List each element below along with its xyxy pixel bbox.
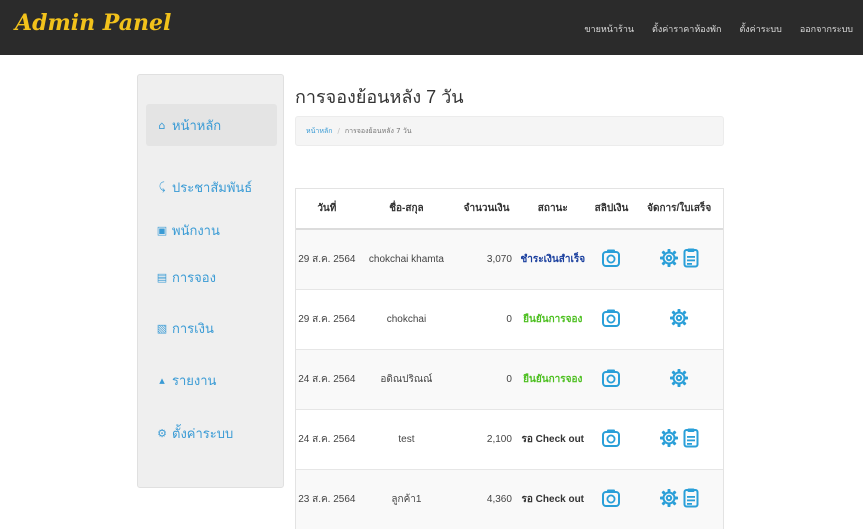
cell-manage	[635, 408, 723, 469]
cell-manage	[635, 348, 723, 409]
cell-slip	[587, 348, 636, 409]
col-header-amount: จำนวนเงิน	[455, 189, 518, 230]
sidebar-item-staff[interactable]: ▣ พนักงาน	[146, 209, 277, 251]
cell-amount: 0	[455, 348, 518, 409]
cell-date: 24 ส.ค. 2564	[296, 348, 358, 409]
gear-icon[interactable]	[659, 248, 679, 271]
nav-link-logout[interactable]: ออกจากระบบ	[800, 22, 853, 36]
top-nav-links: ขายหน้าร้าน ตั้งค่าราคาห้องพัก ตั้งค่าระ…	[584, 22, 853, 36]
cell-slip	[587, 468, 636, 529]
cell-date: 24 ส.ค. 2564	[296, 408, 358, 469]
camera-icon[interactable]	[601, 488, 621, 511]
cell-amount: 2,100	[455, 408, 518, 469]
booking-table: วันที่ ชื่อ-สกุล จำนวนเงิน สถานะ สลิปเงิ…	[295, 188, 724, 529]
table-header-row: วันที่ ชื่อ-สกุล จำนวนเงิน สถานะ สลิปเงิ…	[296, 189, 723, 230]
cell-date: 23 ส.ค. 2564	[296, 468, 358, 529]
camera-icon[interactable]	[601, 428, 621, 451]
cell-status: ยืนยันการจอง	[517, 288, 588, 349]
camera-icon[interactable]	[601, 248, 621, 271]
report-icon: ▴	[159, 373, 165, 387]
sidebar-item-label: ประชาสัมพันธ์	[172, 180, 253, 196]
top-navbar: Admin Panel ขายหน้าร้าน ตั้งค่าราคาห้องพ…	[0, 0, 863, 55]
sidebar: ⌂ หน้าหลัก ⤹ ประชาสัมพันธ์ ▣ พนักงาน ▤ ก…	[137, 74, 284, 488]
camera-icon[interactable]	[601, 368, 621, 391]
col-header-status: สถานะ	[517, 189, 588, 230]
cell-name: ลูกค้า1	[357, 468, 456, 529]
cell-slip	[587, 408, 636, 469]
col-header-manage: จัดการ/ใบเสร็จ	[635, 189, 723, 230]
sidebar-item-label: ตั้งค่าระบบ	[172, 426, 234, 442]
gear-icon[interactable]	[669, 308, 689, 331]
col-header-name: ชื่อ-สกุล	[357, 189, 456, 230]
table-row: 24 ส.ค. 2564 test 2,100 รอ Check out	[296, 408, 723, 469]
table-row: 23 ส.ค. 2564 ลูกค้า1 4,360 รอ Check out	[296, 468, 723, 529]
cell-status: ยืนยันการจอง	[517, 348, 588, 409]
breadcrumb-home-link[interactable]: หน้าหลัก	[306, 127, 332, 135]
receipt-icon[interactable]	[683, 488, 699, 511]
sidebar-item-label: หน้าหลัก	[172, 118, 222, 134]
sidebar-item-finance[interactable]: ▧ การเงิน	[146, 307, 277, 349]
gear-icon[interactable]	[659, 488, 679, 511]
sidebar-item-label: การเงิน	[172, 321, 214, 337]
cell-manage	[635, 288, 723, 349]
nav-link-settings[interactable]: ตั้งค่าระบบ	[739, 22, 781, 36]
cell-name: test	[357, 408, 456, 469]
sidebar-item-booking[interactable]: ▤ การจอง	[146, 256, 277, 298]
cell-amount: 0	[455, 288, 518, 349]
gear-icon[interactable]	[659, 428, 679, 451]
camera-icon[interactable]	[601, 308, 621, 331]
cell-name: อดิณปริณณ์	[357, 348, 456, 409]
cell-amount: 3,070	[455, 228, 518, 289]
breadcrumb-current: การจองย้อนหลัง 7 วัน	[344, 127, 412, 135]
cell-manage	[635, 228, 723, 289]
cell-slip	[587, 228, 636, 289]
table-row: 29 ส.ค. 2564 chokchai khamta 3,070 ชำระเงิน…	[296, 228, 723, 289]
home-icon: ⌂	[158, 118, 166, 132]
sidebar-item-label: พนักงาน	[172, 223, 220, 239]
receipt-icon[interactable]	[683, 428, 699, 451]
cell-manage	[635, 468, 723, 529]
breadcrumb: หน้าหลัก / การจองย้อนหลัง 7 วัน	[295, 116, 724, 146]
id-card-icon: ▣	[156, 223, 168, 237]
sidebar-item-settings[interactable]: ⚙ ตั้งค่าระบบ	[146, 412, 277, 454]
cell-name: chokchai	[357, 288, 456, 349]
sidebar-item-label: การจอง	[172, 270, 216, 286]
table-row: 24 ส.ค. 2564 อดิณปริณณ์ 0 ยืนยันการจอง	[296, 348, 723, 409]
book-icon: ▤	[156, 270, 168, 284]
page-title: การจองย้อนหลัง 7 วัน	[295, 87, 464, 107]
gear-icon[interactable]	[669, 368, 689, 391]
cell-slip	[587, 288, 636, 349]
cell-amount: 4,360	[455, 468, 518, 529]
money-icon: ▧	[156, 321, 168, 335]
rss-icon: ⤹	[158, 180, 166, 193]
sidebar-item-home[interactable]: ⌂ หน้าหลัก	[146, 104, 277, 146]
nav-link-pos[interactable]: ขายหน้าร้าน	[584, 22, 634, 36]
sidebar-item-pr[interactable]: ⤹ ประชาสัมพันธ์	[146, 166, 277, 208]
breadcrumb-separator: /	[337, 127, 340, 135]
sidebar-item-report[interactable]: ▴ รายงาน	[146, 359, 277, 401]
gear-icon: ⚙	[157, 426, 167, 440]
cell-status: รอ Check out	[517, 408, 588, 469]
brand-logo[interactable]: Admin Panel	[15, 10, 171, 36]
cell-date: 29 ส.ค. 2564	[296, 228, 358, 289]
nav-link-room-price[interactable]: ตั้งค่าราคาห้องพัก	[652, 22, 721, 36]
cell-date: 29 ส.ค. 2564	[296, 288, 358, 349]
cell-name: chokchai khamta	[357, 228, 456, 289]
col-header-date: วันที่	[296, 189, 358, 230]
cell-status: ชำระเงินสำเร็จ	[517, 228, 588, 289]
col-header-slip: สลิปเงิน	[587, 189, 636, 230]
sidebar-item-label: รายงาน	[172, 373, 217, 389]
table-row: 29 ส.ค. 2564 chokchai 0 ยืนยันการจอง	[296, 288, 723, 349]
cell-status: รอ Check out	[517, 468, 588, 529]
receipt-icon[interactable]	[683, 248, 699, 271]
